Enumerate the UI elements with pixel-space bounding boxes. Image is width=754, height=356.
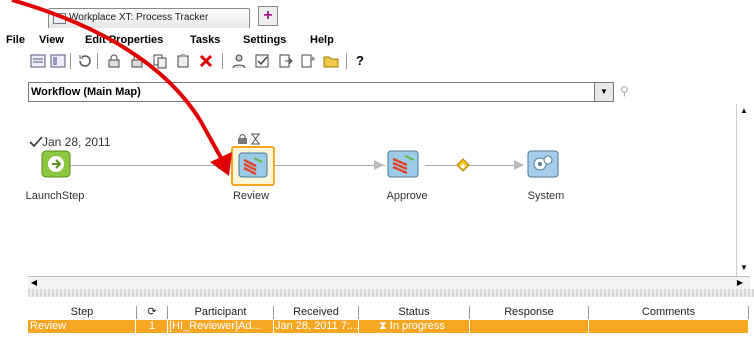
annotation-arrow	[11, 0, 232, 176]
